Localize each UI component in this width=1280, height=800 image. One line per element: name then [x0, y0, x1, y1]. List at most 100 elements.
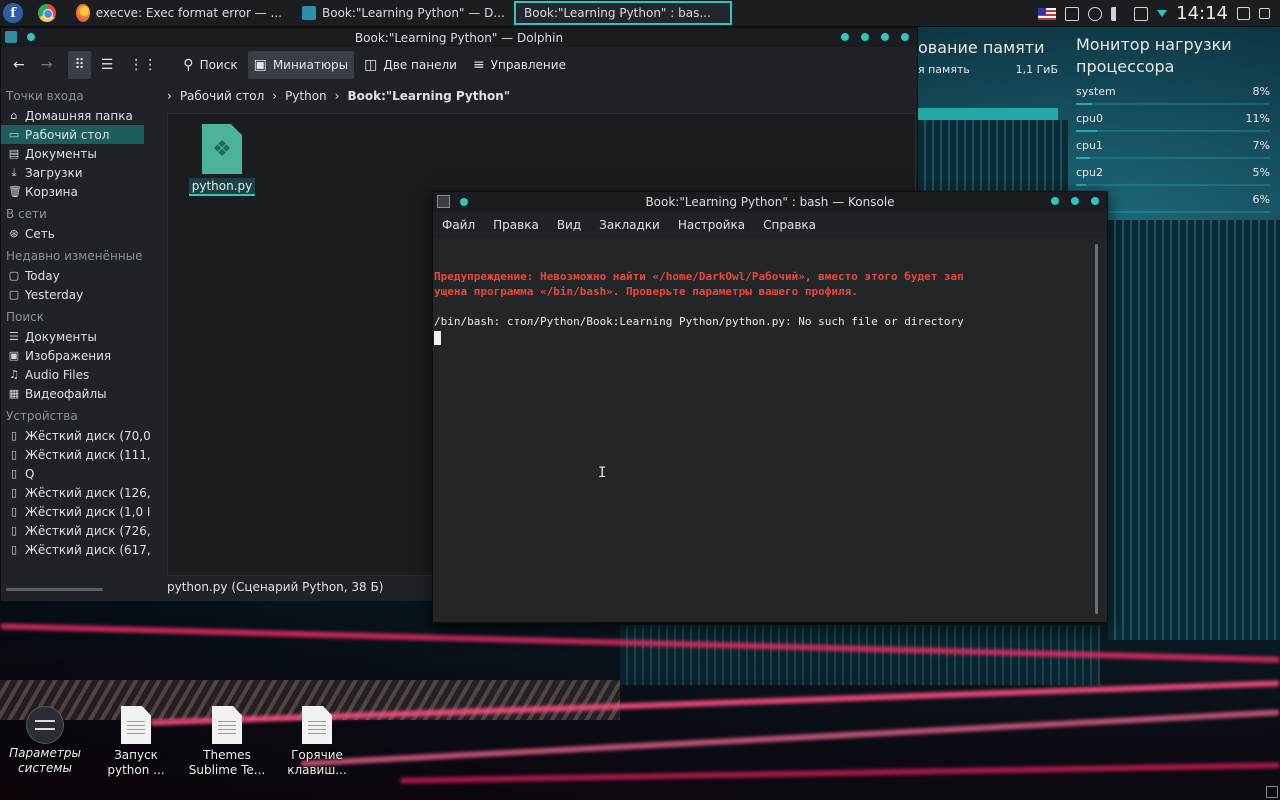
menu-edit[interactable]: Правка: [493, 218, 539, 232]
task-label: Book:"Learning Python" — D...: [322, 6, 505, 20]
sidebar-item-devices[interactable]: ▯ Жёсткий диск (70,0: [1, 426, 151, 445]
display-icon[interactable]: [1065, 6, 1080, 21]
sidebar-item-search[interactable]: ▦ Видеофайлы: [1, 384, 151, 403]
sidebar-item-places[interactable]: 🗑 Корзина: [1, 182, 151, 201]
back-button[interactable]: ←: [7, 51, 31, 79]
close-button[interactable]: [1091, 197, 1099, 205]
desktop-icon-label: системы: [18, 761, 72, 775]
cpu-bar-track: [1076, 184, 1270, 186]
app-menu-button[interactable]: f: [0, 0, 26, 26]
sidebar-item-label: Жёсткий диск (1,0 I: [25, 504, 151, 519]
menu-file[interactable]: Файл: [442, 218, 475, 232]
sidebar-item-devices[interactable]: ▯ Жёсткий диск (1,0 I: [1, 502, 151, 521]
sidebar-item-places[interactable]: ▭ Рабочий стол: [1, 125, 144, 144]
sidebar-item-places[interactable]: ⤓ Загрузки: [1, 163, 151, 182]
sidebar-item-search[interactable]: ▣ Изображения: [1, 346, 151, 365]
minimize-button[interactable]: [1051, 197, 1059, 205]
cpu-row-name: system: [1076, 85, 1116, 98]
pin-icon[interactable]: [27, 33, 35, 41]
terminal-scrollbar[interactable]: [1095, 244, 1098, 614]
file-item[interactable]: ❖ python.py: [188, 124, 256, 196]
dolphin-titlebar[interactable]: Book:"Learning Python" — Dolphin: [1, 28, 917, 47]
split-view-icon: ◫: [364, 57, 378, 73]
thumbnails-button[interactable]: ▣ Миниатюры: [247, 51, 355, 79]
clipboard-icon[interactable]: [1134, 6, 1149, 21]
sidebar-item-search[interactable]: ♫ Audio Files: [1, 365, 151, 384]
task-firefox[interactable]: execve: Exec format error — ...: [68, 1, 290, 25]
menu-settings[interactable]: Настройка: [678, 218, 745, 232]
document-icon: [212, 706, 242, 744]
clock[interactable]: 14:14: [1176, 3, 1228, 24]
cpu-bar-track: [1076, 130, 1270, 132]
konsole-titlebar[interactable]: Book:"Learning Python" : bash — Konsole: [433, 192, 1107, 212]
breadcrumb-item-python[interactable]: Python: [285, 89, 327, 103]
tray-expand-icon[interactable]: [1157, 10, 1168, 17]
help-button[interactable]: [841, 33, 849, 41]
menu-bookmarks[interactable]: Закладки: [599, 218, 660, 232]
sidebar-item-label: Документы: [25, 146, 97, 161]
task-konsole[interactable]: Book:"Learning Python" : bas...: [1, 1, 732, 79]
menu-help[interactable]: Справка: [763, 218, 816, 232]
arrow-left-icon: ←: [13, 57, 25, 73]
wallpaper-building-left: [918, 120, 1068, 200]
show-desktop-icon[interactable]: [1237, 7, 1250, 20]
terminal-icon[interactable]: [437, 195, 450, 208]
memory-usage-bar: [918, 108, 1058, 120]
desktop-icon-system-settings[interactable]: Параметры системы: [3, 706, 87, 776]
forward-button[interactable]: →: [35, 51, 59, 79]
pin-icon[interactable]: [460, 197, 468, 206]
details-view-button[interactable]: ⋮⋮: [123, 51, 163, 79]
chrome-launcher[interactable]: [34, 0, 60, 26]
sidebar-item-search[interactable]: ☰ Документы: [1, 327, 151, 346]
arrow-right-icon: →: [40, 57, 53, 73]
cpu-row: cpu0 11%: [1076, 111, 1270, 138]
sidebar-item-devices[interactable]: ▯ Жёсткий диск (617,: [1, 540, 151, 559]
sidebar-scrollbar[interactable]: [6, 588, 103, 591]
maximize-button[interactable]: [881, 33, 889, 41]
breadcrumb: › Рабочий стол › Python › Book:"Learning…: [167, 85, 510, 107]
dolphin-app-icon[interactable]: [5, 31, 17, 43]
breadcrumb-item-desktop[interactable]: Рабочий стол: [180, 89, 264, 103]
sidebar-item-devices[interactable]: ▯ Жёсткий диск (111,: [1, 445, 151, 464]
place-icon: ▭: [8, 128, 20, 141]
breadcrumb-item-current[interactable]: Book:"Learning Python": [347, 89, 510, 103]
desktop-icon-run-python[interactable]: Запуск python ...: [94, 706, 178, 778]
status-bar: python.py (Сценарий Python, 38 Б): [167, 580, 384, 594]
sidebar-item-places[interactable]: ▤ Документы: [1, 144, 151, 163]
sidebar-item-devices[interactable]: ▯ Жёсткий диск (126,: [1, 483, 151, 502]
compact-view-button[interactable]: ☰: [95, 51, 120, 79]
warning-line: ущена программа «/bin/bash». Проверьте п…: [434, 285, 858, 298]
sidebar-item-devices[interactable]: ▯ Q: [1, 464, 151, 483]
cpu-row-value: 5%: [1252, 166, 1270, 179]
search-button[interactable]: ⚲ Поиск: [177, 51, 243, 79]
sidebar-item-recent[interactable]: ▢ Today: [1, 266, 151, 285]
desktop-icon-themes[interactable]: Themes Sublime Te...: [185, 706, 269, 778]
volume-icon[interactable]: [1111, 6, 1125, 21]
split-button[interactable]: ◫ Две панели: [358, 51, 463, 79]
control-menu-button[interactable]: ≡ Управление: [467, 51, 572, 79]
memory-label: я память: [918, 63, 970, 76]
cpu-bar-track: [1076, 157, 1270, 159]
sidebar-item-label: Видеофайлы: [25, 386, 107, 401]
menu-view[interactable]: Вид: [557, 218, 581, 232]
terminal-output[interactable]: Предупреждение: Невозможно найти «/home/…: [434, 238, 1096, 622]
panel-options-icon[interactable]: [1259, 8, 1270, 19]
sidebar-item-recent[interactable]: ▢ Yesterday: [1, 285, 151, 304]
keyboard-layout-flag-icon[interactable]: [1038, 7, 1057, 20]
desktop-icon-hotkeys[interactable]: Горячие клавиш...: [275, 706, 359, 778]
desktop-toolbox-icon[interactable]: [1266, 786, 1278, 798]
desktop-icon-label: Sublime Te...: [188, 763, 266, 777]
network-icon[interactable]: [1088, 6, 1103, 21]
place-icon: ▣: [8, 349, 20, 362]
icons-view-button[interactable]: ⠿: [68, 51, 91, 79]
task-dolphin[interactable]: Book:"Learning Python" — D...: [294, 1, 512, 25]
drive-icon: ▯: [10, 467, 18, 480]
sidebar-item-devices[interactable]: ▯ Жёсткий диск (726,: [1, 521, 151, 540]
minimize-button[interactable]: [861, 33, 869, 41]
dolphin-title: Book:"Learning Python" — Dolphin: [354, 30, 564, 45]
sidebar-item-places[interactable]: ⌂ Домашняя папка: [1, 106, 151, 125]
maximize-button[interactable]: [1071, 197, 1079, 205]
sidebar-item-network[interactable]: ⊛ Сеть: [1, 224, 151, 243]
close-button[interactable]: [901, 33, 909, 41]
sidebar-item-label: Рабочий стол: [25, 127, 110, 142]
